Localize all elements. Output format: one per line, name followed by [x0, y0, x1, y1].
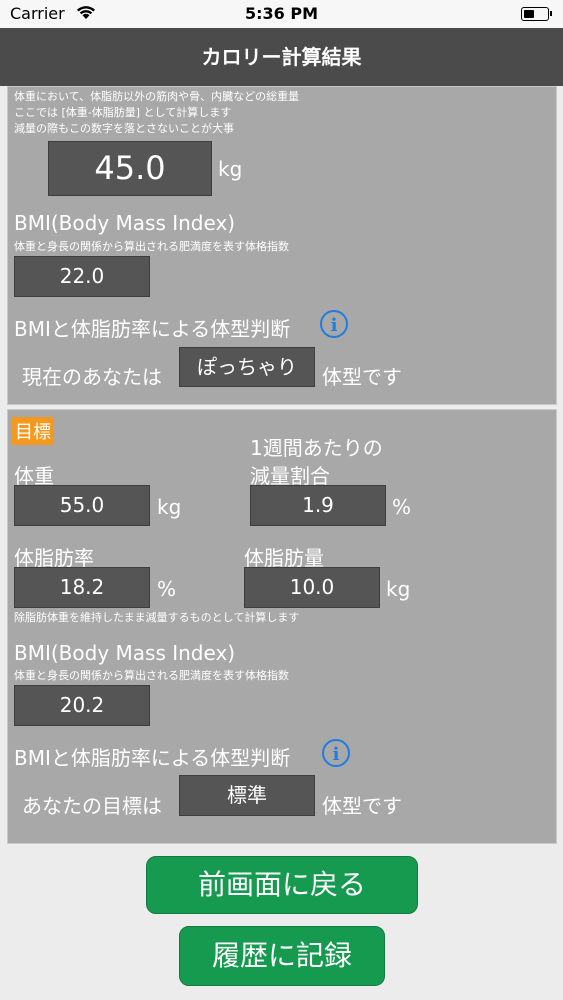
bmi-desc: 体重と身長の関係から算出される肥満度を表す体格指数: [14, 240, 289, 253]
clock: 5:36 PM: [244, 4, 318, 23]
target-weight-value: 55.0: [14, 485, 150, 526]
record-button[interactable]: 履歴に記録: [179, 926, 385, 986]
target-weight-unit: kg: [157, 495, 182, 519]
bmi-value: 22.0: [14, 256, 150, 297]
body-type-value: ぽっちゃり: [179, 347, 315, 387]
bmi-title: BMI(Body Mass Index): [14, 211, 236, 235]
judge-title: BMIと体脂肪率による体型判断: [14, 317, 291, 341]
lean-mass-value: 45.0: [48, 141, 212, 196]
lean-note-1: 体重において、体脂肪以外の筋肉や骨、内臓などの総重量: [14, 90, 300, 103]
target-bmi-value: 20.2: [14, 685, 150, 726]
back-button[interactable]: 前画面に戻る: [146, 856, 418, 914]
rate-label-1: 1週間あたりの: [250, 436, 383, 460]
rate-unit: %: [392, 495, 412, 519]
target-body-type-value: 標準: [179, 775, 315, 816]
judge-prefix: 現在のあなたは: [22, 365, 162, 389]
info-icon[interactable]: i: [320, 310, 348, 338]
lean-note-3: 減量の際もこの数字を落とさないことが大事: [14, 122, 234, 135]
target-bmi-desc: 体重と身長の関係から算出される肥満度を表す体格指数: [14, 669, 289, 682]
rate-value: 1.9: [250, 485, 386, 526]
info-icon[interactable]: i: [322, 739, 350, 767]
target-judge-title: BMIと体脂肪率による体型判断: [14, 746, 291, 770]
battery-tip: [550, 11, 552, 16]
lean-note-2: ここでは [体重-体脂肪量] として計算します: [14, 106, 232, 119]
target-judge-suffix: 体型です: [322, 794, 402, 818]
bodyfat-value: 18.2: [14, 567, 150, 608]
lean-mass-unit: kg: [218, 157, 243, 181]
fatmass-value: 10.0: [244, 567, 380, 608]
judge-suffix: 体型です: [322, 365, 402, 389]
nav-title: カロリー計算結果: [0, 28, 563, 86]
battery-icon: [521, 7, 549, 21]
target-note: 除脂肪体重を維持したまま減量するものとして計算します: [14, 611, 300, 624]
target-bmi-title: BMI(Body Mass Index): [14, 641, 236, 665]
bodyfat-unit: %: [157, 577, 177, 601]
target-badge: 目標: [12, 417, 54, 445]
fatmass-unit: kg: [386, 577, 411, 601]
target-judge-prefix: あなたの目標は: [22, 794, 162, 818]
